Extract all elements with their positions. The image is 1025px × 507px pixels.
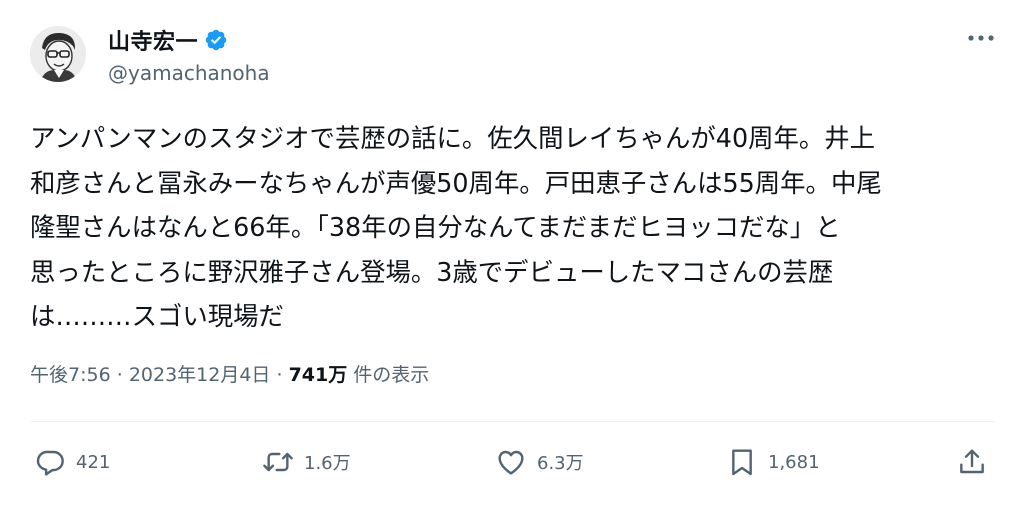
meta-separator-2: · xyxy=(276,364,283,386)
divider xyxy=(30,421,995,422)
avatar-illustration xyxy=(30,26,86,82)
retweet-button[interactable]: 1.6万 xyxy=(262,446,351,478)
reply-icon xyxy=(36,450,64,476)
heart-icon xyxy=(498,450,524,475)
tweet-date[interactable]: 2023年12月4日 xyxy=(129,364,271,386)
author-name-row: 山寺宏一 xyxy=(108,24,228,56)
bookmark-icon xyxy=(732,449,752,476)
like-count: 6.3万 xyxy=(537,453,584,474)
more-options-icon[interactable] xyxy=(964,28,998,48)
reply-count: 421 xyxy=(76,451,111,473)
verified-badge-icon[interactable] xyxy=(204,28,228,52)
bookmark-button[interactable]: 1,681 xyxy=(726,446,820,478)
avatar[interactable] xyxy=(30,26,86,82)
view-label: 件の表示 xyxy=(353,364,430,386)
share-button[interactable] xyxy=(956,446,988,478)
like-button[interactable]: 6.3万 xyxy=(495,446,584,478)
tweet-text: アンパンマンのスタジオで芸歴の話に。佐久間レイちゃんが40周年。井上 和彦さんと… xyxy=(30,123,882,331)
meta-separator: · xyxy=(116,364,123,386)
tweet-time[interactable]: 午後7:56 xyxy=(30,364,111,386)
view-count: 741万 xyxy=(288,364,348,386)
tweet-meta: 午後7:56 · 2023年12月4日 · 741万 件の表示 xyxy=(30,360,429,387)
reply-button[interactable]: 421 xyxy=(34,446,110,478)
display-name[interactable]: 山寺宏一 xyxy=(108,24,198,56)
bookmark-count: 1,681 xyxy=(768,451,820,473)
action-bar: 421 1.6万 6.3万 1,681 xyxy=(30,446,1000,486)
retweet-count: 1.6万 xyxy=(304,453,351,474)
user-handle[interactable]: @yamachanoha xyxy=(108,61,270,85)
share-icon xyxy=(960,449,984,474)
retweet-icon xyxy=(263,452,293,472)
